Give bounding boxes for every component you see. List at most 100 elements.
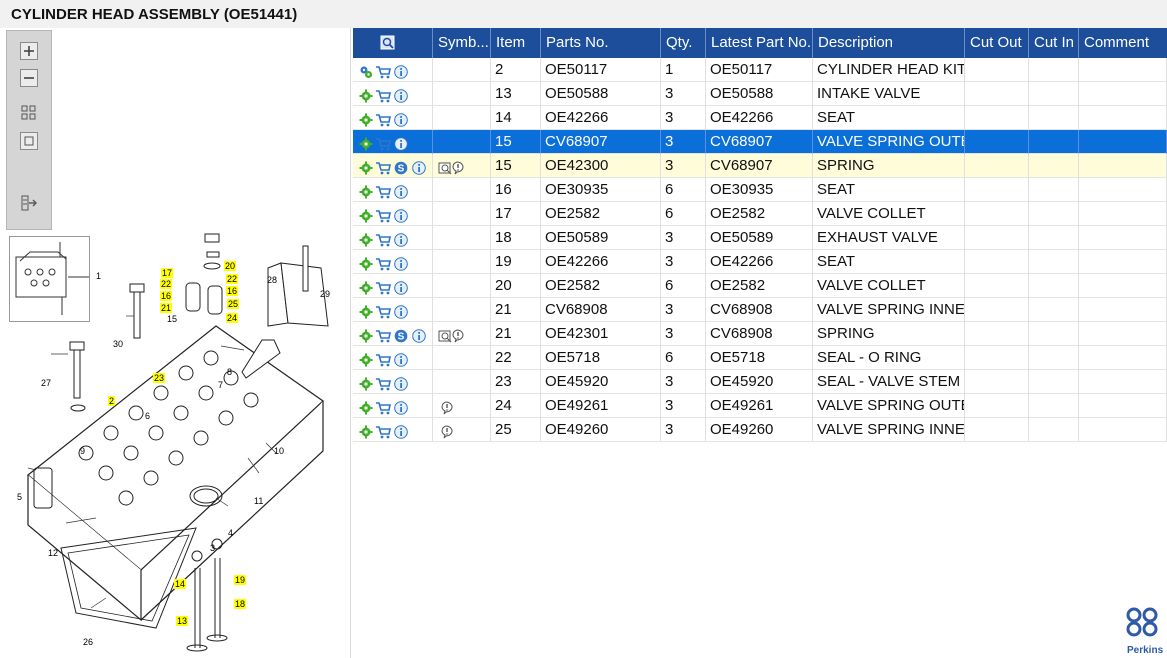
info-icon[interactable] <box>394 351 408 367</box>
callout-16[interactable]: 16 <box>160 291 173 301</box>
info-icon[interactable] <box>394 183 408 199</box>
gear-icon[interactable] <box>359 231 373 247</box>
cart-icon[interactable] <box>375 303 391 319</box>
table-row[interactable]: 17 OE2582 6 OE2582 VALVE COLLET <box>353 202 1167 226</box>
supersession-s-icon[interactable]: S <box>394 327 408 343</box>
table-row[interactable]: 21 CV68908 3 CV68908 VALVE SPRING INNER <box>353 298 1167 322</box>
header-actions[interactable] <box>353 28 433 58</box>
gear-icon[interactable] <box>359 303 373 319</box>
callout-13[interactable]: 13 <box>176 616 189 626</box>
gear-icon[interactable] <box>359 279 373 295</box>
table-row[interactable]: 13 OE50588 3 OE50588 INTAKE VALVE <box>353 82 1167 106</box>
gear-icon[interactable] <box>359 399 373 415</box>
cart-icon[interactable] <box>375 375 391 391</box>
table-row[interactable]: 15CV689073CV68907VALVE SPRING OUTER <box>353 130 1167 154</box>
zoom-in-icon[interactable] <box>20 42 38 60</box>
callout-17[interactable]: 17 <box>161 268 174 278</box>
callout-18[interactable]: 18 <box>234 599 247 609</box>
cart-icon[interactable] <box>375 279 391 295</box>
supersede-note-icon[interactable] <box>438 159 470 175</box>
table-row[interactable]: 2 OE50117 1 OE50117 CYLINDER HEAD KIT - <box>353 58 1167 82</box>
header-parts-no[interactable]: Parts No. <box>541 28 661 58</box>
gear-icon[interactable] <box>359 207 373 223</box>
gear-icon[interactable] <box>359 255 373 271</box>
table-row[interactable]: 22 OE5718 6 OE5718 SEAL - O RING <box>353 346 1167 370</box>
header-cut-out[interactable]: Cut Out <box>965 28 1029 58</box>
callout-20[interactable]: 20 <box>224 261 237 271</box>
table-row[interactable]: S 21 OE42301 3 CV68908 SPRING <box>353 322 1167 346</box>
gear-icon[interactable] <box>359 375 373 391</box>
gear-icon[interactable] <box>359 183 373 199</box>
header-symbol[interactable]: Symb... <box>433 28 491 58</box>
cart-icon[interactable] <box>375 351 391 367</box>
diagram-panel[interactable]: 1 17 22 16 21 20 22 16 25 24 23 2 14 19 … <box>0 28 351 658</box>
gear-icon[interactable] <box>359 327 373 343</box>
supersession-s-icon[interactable]: S <box>394 159 408 175</box>
export-icon[interactable] <box>20 194 38 212</box>
cart-icon[interactable] <box>375 255 391 271</box>
note-icon[interactable] <box>438 423 454 439</box>
cart-icon[interactable] <box>375 87 391 103</box>
header-item[interactable]: Item <box>491 28 541 58</box>
header-latest-part-no[interactable]: Latest Part No. <box>706 28 813 58</box>
kit-gears-icon[interactable] <box>359 63 373 78</box>
cart-icon[interactable] <box>375 399 391 415</box>
info-icon[interactable] <box>394 87 408 103</box>
table-row[interactable]: 24OE492613OE49261VALVE SPRING OUTER <box>353 394 1167 418</box>
callout-21[interactable]: 21 <box>160 303 173 313</box>
supersede-note-icon[interactable] <box>438 327 470 343</box>
cart-icon[interactable] <box>375 327 391 343</box>
info-icon[interactable] <box>394 255 408 271</box>
callout-19[interactable]: 19 <box>234 575 247 585</box>
callout-14[interactable]: 14 <box>174 579 187 589</box>
info-icon[interactable] <box>394 375 408 391</box>
info-icon[interactable] <box>394 399 408 415</box>
info-icon[interactable] <box>394 207 408 223</box>
gear-icon[interactable] <box>359 87 373 103</box>
cart-icon[interactable] <box>375 159 391 175</box>
cart-icon[interactable] <box>375 135 391 151</box>
header-qty[interactable]: Qty. <box>661 28 706 58</box>
cart-icon[interactable] <box>375 183 391 199</box>
gear-icon[interactable] <box>359 351 373 367</box>
actual-size-icon[interactable] <box>20 132 38 150</box>
cart-icon[interactable] <box>375 111 391 127</box>
cart-icon[interactable] <box>375 207 391 223</box>
callout-25[interactable]: 25 <box>227 299 240 309</box>
gear-icon[interactable] <box>359 111 373 127</box>
info-icon[interactable] <box>394 135 408 151</box>
header-cut-in[interactable]: Cut In <box>1029 28 1079 58</box>
info-icon[interactable] <box>412 327 426 343</box>
table-row[interactable]: 23 OE45920 3 OE45920 SEAL - VALVE STEM <box>353 370 1167 394</box>
gear-icon[interactable] <box>359 423 373 439</box>
info-icon[interactable] <box>412 159 426 175</box>
callout-2[interactable]: 2 <box>108 396 116 406</box>
table-row[interactable]: S 15 OE42300 3 CV68907 SPRING <box>353 154 1167 178</box>
fit-window-icon[interactable] <box>20 104 38 122</box>
table-row[interactable]: 18 OE50589 3 OE50589 EXHAUST VALVE <box>353 226 1167 250</box>
table-row[interactable]: 16 OE30935 6 OE30935 SEAT <box>353 178 1167 202</box>
cart-icon[interactable] <box>375 231 391 247</box>
table-row[interactable]: 25 OE49260 3 OE49260 VALVE SPRING INNER <box>353 418 1167 442</box>
info-icon[interactable] <box>394 279 408 295</box>
callout-24[interactable]: 24 <box>226 313 239 323</box>
info-icon[interactable] <box>394 423 408 439</box>
info-icon[interactable] <box>394 303 408 319</box>
callout-22b[interactable]: 22 <box>226 274 239 284</box>
header-description[interactable]: Description <box>813 28 965 58</box>
table-row[interactable]: 20 OE2582 6 OE2582 VALVE COLLET <box>353 274 1167 298</box>
header-comment[interactable]: Comment <box>1079 28 1167 58</box>
info-icon[interactable] <box>394 63 408 79</box>
callout-22[interactable]: 22 <box>160 279 173 289</box>
gear-icon[interactable] <box>359 135 373 151</box>
search-parts-icon[interactable] <box>380 35 396 51</box>
table-row[interactable]: 19 OE42266 3 OE42266 SEAT <box>353 250 1167 274</box>
callout-23[interactable]: 23 <box>153 373 166 383</box>
zoom-out-icon[interactable] <box>20 69 38 87</box>
callout-16b[interactable]: 16 <box>226 286 239 296</box>
cart-icon[interactable] <box>375 423 391 439</box>
table-row[interactable]: 14 OE42266 3 OE42266 SEAT <box>353 106 1167 130</box>
cart-icon[interactable] <box>375 63 391 79</box>
info-icon[interactable] <box>394 111 408 127</box>
info-icon[interactable] <box>394 231 408 247</box>
